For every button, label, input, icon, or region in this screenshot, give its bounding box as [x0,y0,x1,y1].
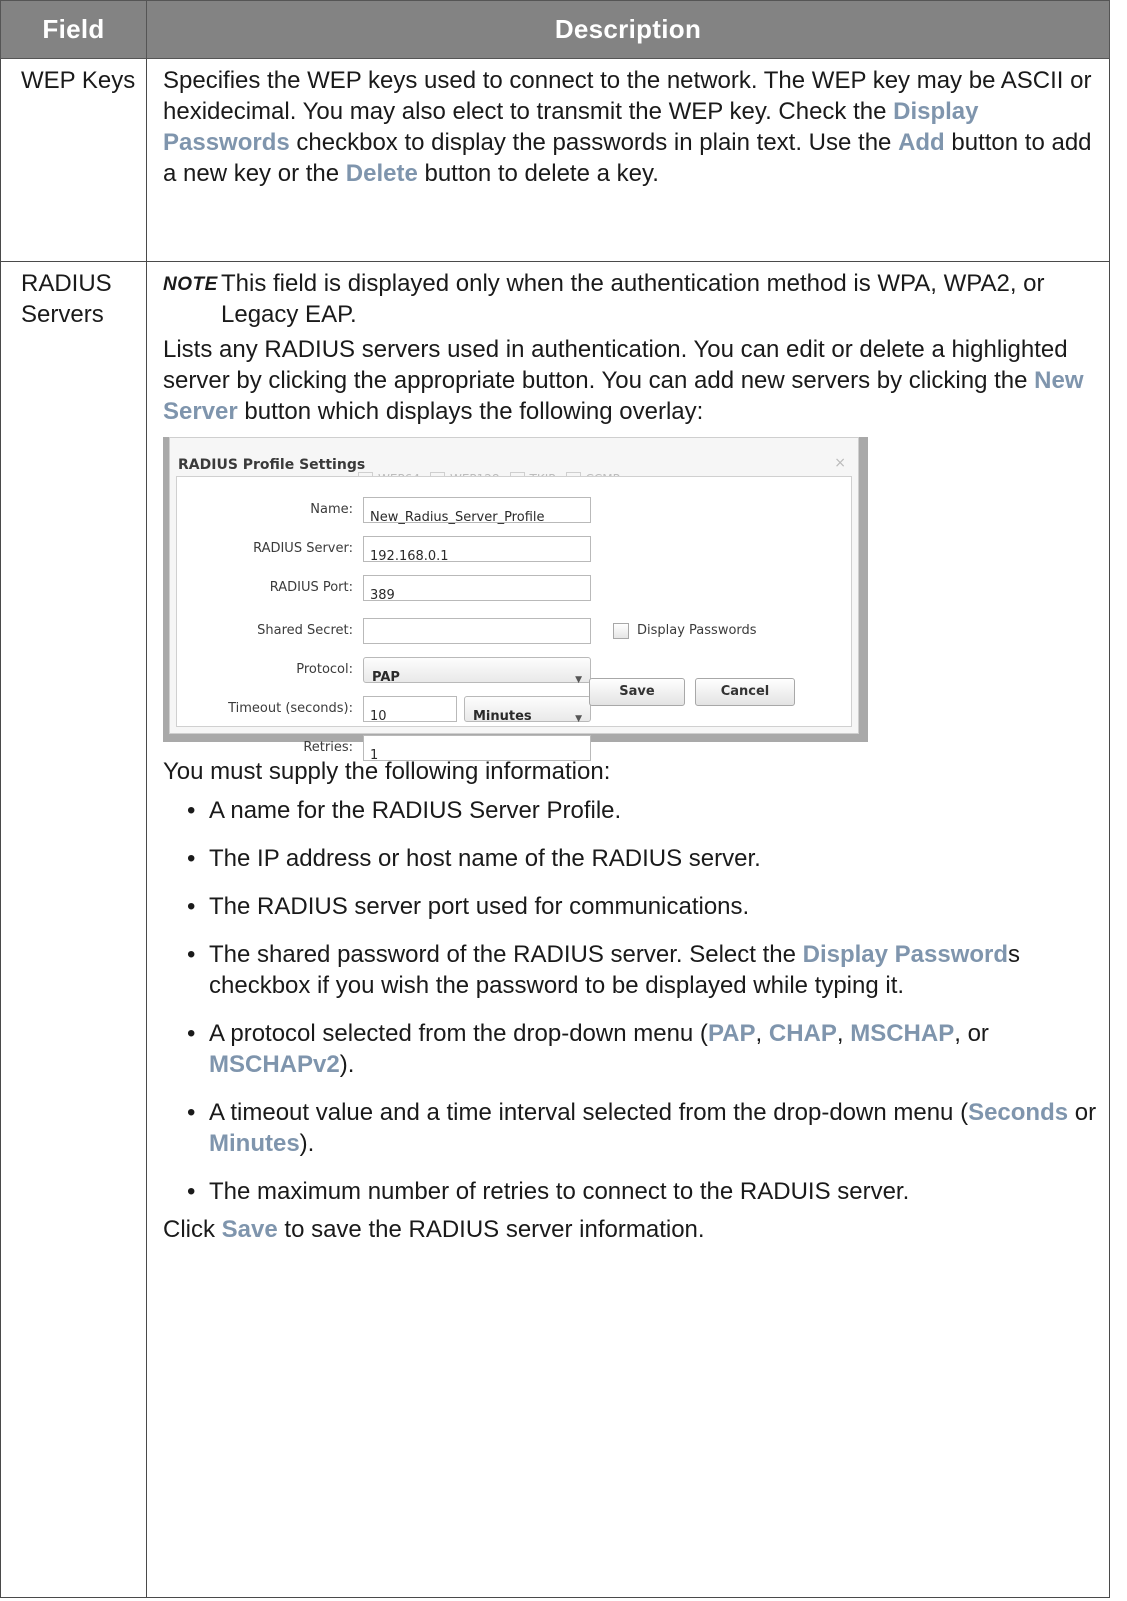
timeout-input[interactable]: 10 [363,695,457,724]
name-row: Name: New_Radius_Server_Profile [177,494,591,525]
timeout-unit-value: Minutes [473,708,532,724]
server-label: RADIUS Server: [253,541,353,556]
display-password-ref: Display Password [802,941,1009,968]
pap-ref: PAP [707,1020,756,1047]
protocol-label: Protocol: [296,662,353,677]
server-row: RADIUS Server: 192.168.0.1 [177,533,591,564]
requirements-list: A name for the RADIUS Server Profile. Th… [163,795,1099,1207]
description-radius-servers: NOTE This field is displayed only when t… [146,261,1110,1598]
list-item: The IP address or host name of the RADIU… [163,843,1099,874]
text: checkbox to display the passwords in pla… [289,129,899,156]
closing-instruction: Click Save to save the RADIUS server inf… [163,1214,1099,1245]
header-field: Field [0,0,147,59]
list-item: A name for the RADIUS Server Profile. [163,795,1099,826]
protocol-value: PAP [372,669,400,685]
secret-label: Shared Secret: [257,623,353,638]
name-label: Name: [310,502,353,517]
display-passwords-checkbox[interactable] [613,622,629,639]
text: ). [339,1051,355,1078]
field-description-table: Field Description WEP Keys Specifies the… [0,0,1110,1598]
mschap-ref: MSCHAP [850,1020,955,1047]
chap-ref: CHAP [768,1020,837,1047]
text: , [836,1020,851,1047]
list-item: The shared password of the RADIUS server… [163,939,1099,1001]
list-item: A timeout value and a time interval sele… [163,1097,1099,1159]
note-tag: NOTE [163,274,218,295]
field-radius-servers: RADIUS Servers [0,261,147,1598]
name-input[interactable]: New_Radius_Server_Profile [363,496,591,525]
note-text: This field is displayed only when the au… [221,270,1045,328]
delete-ref: Delete [345,160,418,187]
cancel-button[interactable]: Cancel [695,678,795,706]
text: or [1068,1099,1097,1126]
header-description: Description [146,0,1110,59]
retries-label: Retries: [303,740,353,755]
timeout-unit-select[interactable]: Minutes ▼ [464,695,591,724]
list-item: The maximum number of retries to connect… [163,1176,1099,1207]
mschapv2-ref: MSCHAPv2 [209,1051,340,1078]
retries-row: Retries: 1 [177,732,591,763]
secret-input[interactable] [363,617,591,644]
description-wep-keys: Specifies the WEP keys used to connect t… [146,58,1110,262]
radius-profile-dialog: WEP64 WEP128 TKIP CCMP RADIUS Profile Se… [169,437,859,763]
chevron-down-icon: ▼ [575,674,582,685]
text: Click [163,1216,222,1243]
dialog-body: Name: New_Radius_Server_Profile RADIUS S… [176,476,852,763]
list-item: A protocol selected from the drop-down m… [163,1018,1099,1080]
protocol-select[interactable]: PAP ▼ [363,656,591,685]
field-wep-keys: WEP Keys [0,58,147,262]
table-row: WEP Keys Specifies the WEP keys used to … [0,58,1110,262]
text: The shared password of the RADIUS server… [209,941,803,968]
minutes-ref: Minutes [209,1130,300,1157]
text: ). [299,1130,315,1157]
retries-input[interactable]: 1 [363,734,591,763]
table-header-row: Field Description [0,0,1110,59]
secret-row: Shared Secret: Display Passwords [177,615,757,646]
port-input[interactable]: 389 [363,574,591,603]
text: button to delete a key. [417,160,659,187]
text: button which displays the following over… [237,398,704,425]
save-ref: Save [221,1216,278,1243]
text: , [755,1020,769,1047]
port-label: RADIUS Port: [269,580,353,595]
protocol-row: Protocol: PAP ▼ [177,654,591,685]
text: A protocol selected from the drop-down m… [209,1020,708,1047]
seconds-ref: Seconds [968,1099,1069,1126]
save-button[interactable]: Save [589,678,685,706]
display-passwords-label: Display Passwords [637,623,757,638]
radius-intro-paragraph: Lists any RADIUS servers used in authent… [163,334,1099,427]
close-icon[interactable]: × [834,448,846,479]
add-ref: Add [898,129,945,156]
list-item: The RADIUS server port used for communic… [163,891,1099,922]
text: A timeout value and a time interval sele… [209,1099,969,1126]
text: to save the RADIUS server information. [277,1216,705,1243]
table-row: RADIUS Servers NOTE This field is displa… [0,261,1110,1598]
dialog-screenshot: WEP64 WEP128 TKIP CCMP RADIUS Profile Se… [163,437,868,763]
server-input[interactable]: 192.168.0.1 [363,535,591,564]
note-block: NOTE This field is displayed only when t… [163,268,1099,330]
timeout-label: Timeout (seconds): [228,701,353,716]
chevron-down-icon: ▼ [575,713,582,724]
text: Lists any RADIUS servers used in authent… [163,336,1068,394]
timeout-row: Timeout (seconds): 10 Minutes ▼ [177,693,591,724]
port-row: RADIUS Port: 389 [177,572,591,603]
text: , or [954,1020,989,1047]
